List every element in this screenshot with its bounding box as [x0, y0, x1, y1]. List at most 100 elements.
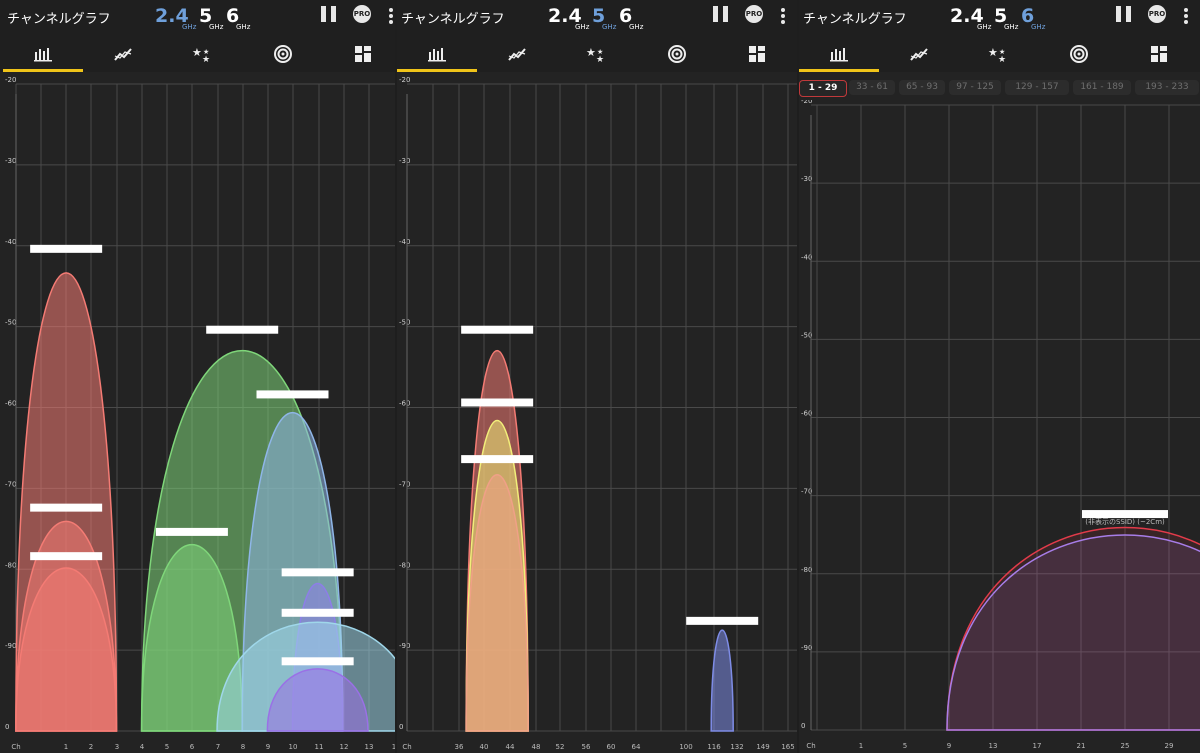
tab-access-points[interactable]	[243, 36, 323, 72]
x-tick-label: 3	[115, 743, 119, 751]
ssid-label-bar	[281, 608, 354, 617]
tab-channel-rating[interactable]: ★ ★ ★	[163, 36, 243, 72]
range-chip[interactable]: 97 - 125	[949, 80, 1001, 95]
svg-text:★: ★	[988, 46, 998, 59]
range-chip[interactable]: 65 - 93	[899, 80, 945, 95]
x-tick-label: 44	[506, 743, 515, 751]
ssid-label-bar	[281, 568, 354, 577]
y-tick-label: -20	[5, 76, 16, 84]
y-tick-label: -50	[399, 319, 410, 327]
band-unit: GHz	[977, 23, 992, 31]
star-rating-icon: ★★★	[192, 46, 210, 63]
range-chip[interactable]: 129 - 157	[1005, 80, 1069, 95]
x-tick-label: 5	[903, 742, 907, 750]
tab-time-graph[interactable]	[477, 36, 557, 72]
panel-6ghz: チャンネルグラフ 2.4 GHz 5 GHz 6 GHz PRO ★ ★ ★ 1…	[799, 0, 1200, 753]
tab-channel-graph[interactable]	[3, 36, 83, 72]
tab-time-graph[interactable]	[879, 36, 959, 72]
y-tick-label: -80	[399, 561, 410, 569]
band-selector: 2.4 GHz 5 GHz 6 GHz	[155, 5, 255, 33]
app-title: チャンネルグラフ	[803, 12, 907, 27]
signal-curve	[946, 534, 1200, 731]
y-tick-label: -90	[5, 642, 16, 650]
x-tick-label: 64	[632, 743, 641, 751]
app-title: チャンネルグラフ	[7, 12, 111, 27]
more-menu-icon[interactable]	[389, 8, 393, 24]
tab-channel-graph[interactable]	[799, 36, 879, 72]
pause-button[interactable]	[713, 6, 729, 22]
tab-access-points[interactable]	[1039, 36, 1119, 72]
x-tick-label: 21	[1077, 742, 1086, 750]
band-unit: GHz	[1004, 23, 1019, 31]
x-tick-label: 4	[140, 743, 145, 751]
y-tick-label: -90	[399, 642, 410, 650]
tab-dashboard[interactable]	[717, 36, 797, 72]
app-bar: チャンネルグラフ 2.4 GHz 5 GHz 6 GHz PRO	[397, 0, 797, 36]
grid-layout-icon	[749, 46, 765, 62]
x-tick-label: 7	[216, 743, 220, 751]
ssid-label-bar	[206, 325, 279, 334]
pause-button[interactable]	[321, 6, 337, 22]
star-rating-icon: ★★★	[988, 46, 1006, 63]
tab-time-graph[interactable]	[83, 36, 163, 72]
tab-access-points[interactable]	[637, 36, 717, 72]
svg-text:★: ★	[202, 55, 210, 63]
x-tick-label: 40	[480, 743, 489, 751]
ssid-label-bar	[155, 527, 228, 536]
pause-button[interactable]	[1116, 6, 1132, 22]
pro-badge[interactable]: PRO	[353, 5, 371, 23]
range-chip[interactable]: 161 - 189	[1073, 80, 1131, 95]
svg-text:★: ★	[999, 48, 1005, 56]
svg-text:★: ★	[597, 48, 603, 56]
time-graph-icon	[114, 48, 132, 61]
ssid-label-bar	[461, 455, 534, 464]
tab-bar: ★ ★ ★	[0, 36, 395, 72]
x-tick-label: 12	[340, 743, 349, 751]
ssid-label-bar	[461, 398, 534, 407]
channel-graph: -20-30-40-50-60-70-80-900Ch 1 2 3 4 5 6 7 8 9 10 11…	[5, 76, 395, 751]
pro-badge[interactable]: PRO	[1148, 5, 1166, 23]
svg-text:★: ★	[586, 46, 596, 59]
signal-radar-icon	[668, 45, 686, 63]
tab-channel-rating[interactable]: ★ ★ ★	[557, 36, 637, 72]
range-chip[interactable]: 1 - 29	[799, 80, 847, 97]
x-tick-label: 10	[289, 743, 298, 751]
svg-text:★: ★	[596, 55, 604, 63]
tab-bar: ★ ★ ★	[799, 36, 1200, 72]
pro-badge[interactable]: PRO	[745, 5, 763, 23]
tab-dashboard[interactable]	[1119, 36, 1199, 72]
y-tick-label: 0	[399, 723, 403, 731]
range-chip[interactable]: 193 - 233	[1135, 80, 1199, 95]
y-tick-label: -40	[5, 238, 16, 246]
x-tick-label: 2	[89, 743, 93, 751]
y-tick-label: -40	[399, 238, 410, 246]
tab-dashboard[interactable]	[323, 36, 395, 72]
y-tick-label: -30	[5, 157, 16, 165]
ssid-label-bar	[30, 503, 103, 512]
bar-chart-icon	[34, 48, 52, 62]
tab-channel-rating[interactable]: ★ ★ ★	[959, 36, 1039, 72]
ssid-label-bar	[461, 325, 534, 334]
y-tick-label: -50	[5, 319, 16, 327]
star-rating-icon: ★★★	[586, 46, 604, 63]
tab-channel-graph[interactable]	[397, 36, 477, 72]
svg-text:★: ★	[203, 48, 209, 56]
x-tick-label: 1	[392, 743, 395, 751]
band-unit: GHz	[629, 23, 644, 31]
x-tick-label: 56	[582, 743, 591, 751]
band-selector: 2.4 GHz 5 GHz 6 GHz	[548, 5, 648, 33]
grid-layout-icon	[1151, 46, 1167, 62]
x-tick-label: 165	[781, 743, 794, 751]
more-menu-icon[interactable]	[781, 8, 785, 24]
x-axis-label: Ch	[11, 743, 20, 751]
y-tick-label: -20	[801, 100, 812, 105]
more-menu-icon[interactable]	[1184, 8, 1188, 24]
range-chip[interactable]: 33 - 61	[849, 80, 895, 95]
y-tick-label: -70	[5, 480, 16, 488]
signal-radar-icon	[274, 45, 292, 63]
ssid-label-bar	[256, 390, 329, 399]
x-tick-label: 116	[707, 743, 721, 751]
tab-active-indicator	[799, 69, 879, 72]
panel-24ghz: チャンネルグラフ 2.4 GHz 5 GHz 6 GHz PRO ★★★ -	[0, 0, 395, 753]
ssid-label: (非表示のSSID) (~2Cm)	[1085, 517, 1165, 526]
